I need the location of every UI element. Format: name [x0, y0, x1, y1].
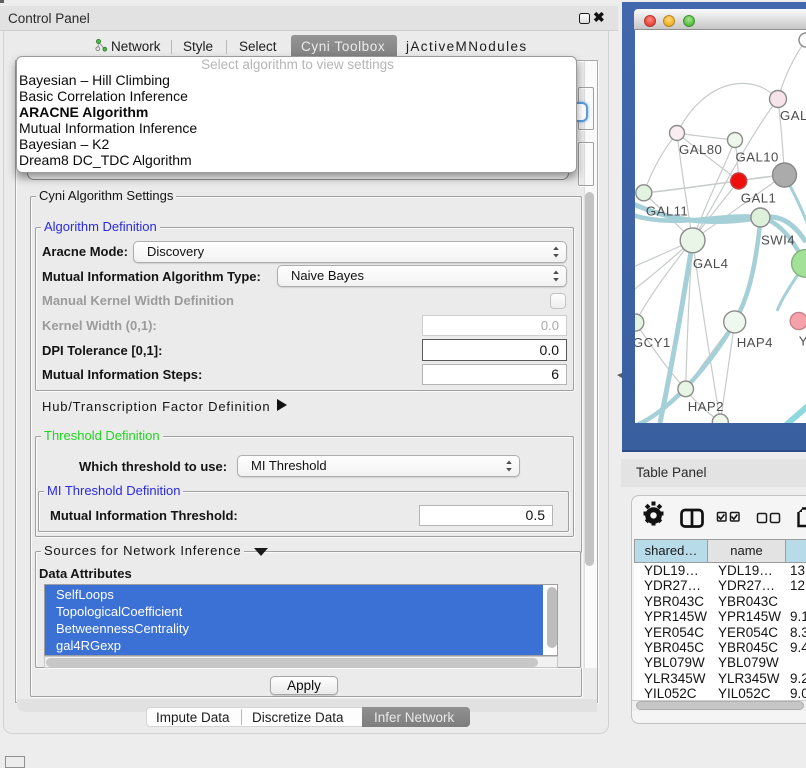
svg-text:HAP4: HAP4 [737, 335, 773, 350]
svg-text:GAL11: GAL11 [646, 204, 688, 219]
svg-text:GAL1: GAL1 [741, 191, 777, 206]
svg-text:GAL8: GAL8 [780, 108, 806, 123]
svg-text:GAL80: GAL80 [679, 142, 722, 157]
svg-text:SWI4: SWI4 [761, 233, 795, 248]
svg-text:HAP2: HAP2 [688, 399, 724, 414]
svg-text:GAL10: GAL10 [736, 150, 779, 165]
svg-text:YM: YM [799, 334, 806, 349]
svg-text:GAL4: GAL4 [693, 256, 729, 271]
svg-text:GCY1: GCY1 [635, 335, 671, 350]
